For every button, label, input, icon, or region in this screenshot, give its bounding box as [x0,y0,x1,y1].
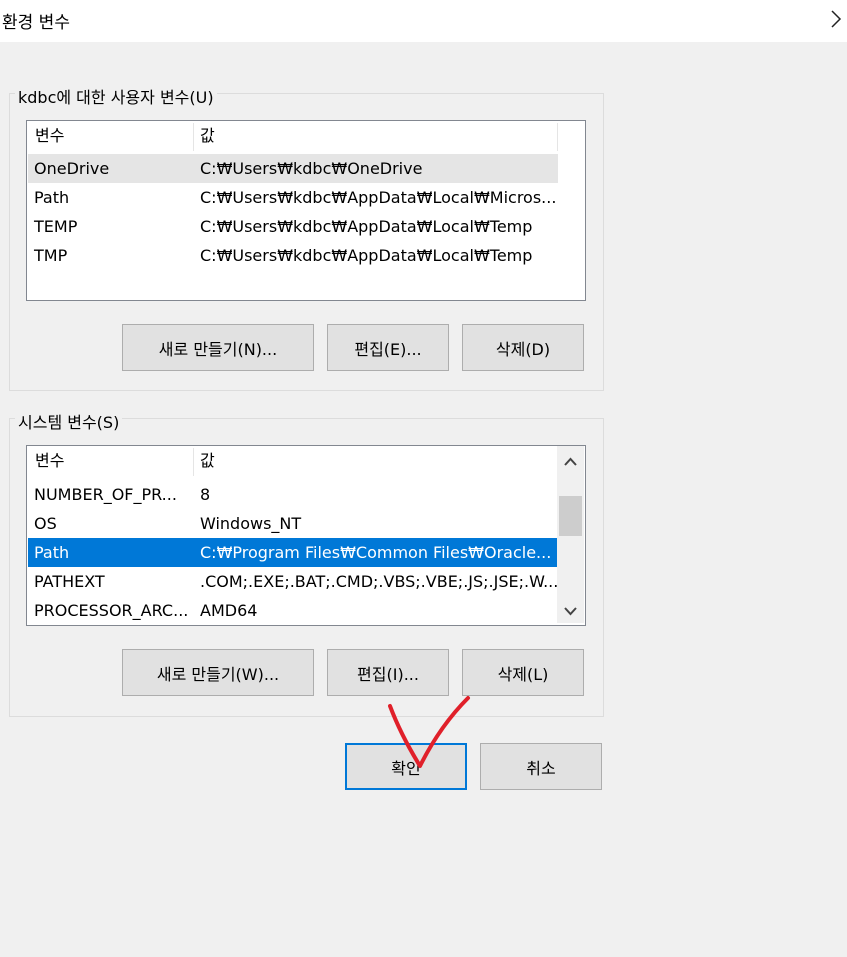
list-header: 변수 값 [27,446,557,476]
chevron-down-icon[interactable] [557,601,584,621]
column-divider[interactable] [193,448,194,476]
variable-value: .COM;.EXE;.BAT;.CMD;.VBS;.VBE;.JS;.JSE;.… [200,572,558,591]
list-header: 변수 값 [27,121,558,151]
user-delete-button[interactable]: 삭제(D) [462,324,584,371]
column-header-name[interactable]: 변수 [35,121,64,151]
system-variables-label: 시스템 변수(S) [15,409,123,433]
variable-name: Path [34,543,70,562]
system-delete-button[interactable]: 삭제(L) [462,649,584,696]
variable-name: TMP [34,246,68,265]
vertical-scrollbar[interactable] [557,446,584,623]
table-row-number-of-processors[interactable]: NUMBER_OF_PR... 8 [28,480,558,509]
scrollbar-thumb[interactable] [559,496,582,536]
table-row-onedrive[interactable]: OneDrive C:₩Users₩kdbc₩OneDrive [28,154,558,183]
table-row-path-selected[interactable]: Path C:₩Program Files₩Common Files₩Oracl… [28,538,558,567]
variable-name: PATHEXT [34,572,105,591]
table-row-tmp[interactable]: TMP C:₩Users₩kdbc₩AppData₩Local₩Temp [28,241,558,270]
variable-name: Path [34,188,70,207]
column-header-name[interactable]: 변수 [35,446,64,476]
column-header-value[interactable]: 값 [200,446,215,476]
window-title: 환경 변수 [2,13,70,33]
table-row-path[interactable]: Path C:₩Users₩kdbc₩AppData₩Local₩Micros.… [28,183,558,212]
check-mark-annotation [388,696,470,768]
column-header-value[interactable]: 값 [200,121,215,151]
variable-value: C:₩Program Files₩Common Files₩Oracle... [200,543,552,562]
variable-value: C:₩Users₩kdbc₩AppData₩Local₩Temp [200,246,533,265]
column-divider[interactable] [557,123,558,151]
user-edit-button[interactable]: 편집(E)... [327,324,449,371]
cancel-button[interactable]: 취소 [480,743,602,790]
variable-value: AMD64 [200,601,258,620]
variable-value: C:₩Users₩kdbc₩AppData₩Local₩Micros... [200,188,557,207]
table-row-pathext[interactable]: PATHEXT .COM;.EXE;.BAT;.CMD;.VBS;.VBE;.J… [28,567,558,596]
variable-value: 8 [200,485,211,504]
title-bar: 환경 변수 [0,0,847,42]
system-variables-list[interactable]: 변수 값 NUMBER_OF_PR... 8 OS Windows_NT Pat… [26,445,586,626]
table-row-processor-architecture[interactable]: PROCESSOR_ARC... AMD64 [28,596,558,625]
variable-value: C:₩Users₩kdbc₩AppData₩Local₩Temp [200,217,533,236]
system-edit-button[interactable]: 편집(I)... [327,649,449,696]
variable-name: OneDrive [34,159,110,178]
variable-value: C:₩Users₩kdbc₩OneDrive [200,159,423,178]
variable-name: PROCESSOR_ARC... [34,601,189,620]
chevron-up-icon[interactable] [557,452,584,472]
user-new-button[interactable]: 새로 만들기(N)... [122,324,314,371]
column-divider[interactable] [193,123,194,151]
variable-name: OS [34,514,57,533]
table-row-temp[interactable]: TEMP C:₩Users₩kdbc₩AppData₩Local₩Temp [28,212,558,241]
chevron-right-icon[interactable] [823,6,847,32]
user-variables-list[interactable]: 변수 값 OneDrive C:₩Users₩kdbc₩OneDrive Pat… [26,120,586,301]
variable-value: Windows_NT [200,514,302,533]
table-row-os[interactable]: OS Windows_NT [28,509,558,538]
system-new-button[interactable]: 새로 만들기(W)... [122,649,314,696]
variable-name: TEMP [34,217,78,236]
variable-name: NUMBER_OF_PR... [34,485,177,504]
user-variables-label: kdbc에 대한 사용자 변수(U) [15,84,217,108]
